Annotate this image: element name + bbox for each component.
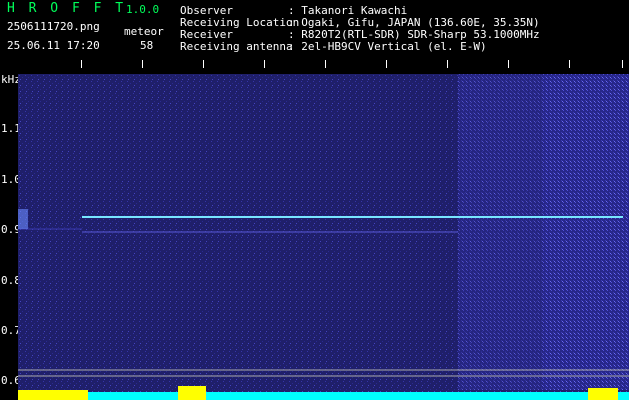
meteor-label: meteor: [124, 25, 164, 38]
minute-tick: [203, 60, 204, 68]
app-logo: H R O F F T: [7, 1, 127, 16]
minute-tick: [325, 60, 326, 68]
spectrogram: [18, 74, 629, 400]
header-panel: H R O F F T 1.0.0 2506111720.png meteor …: [0, 0, 629, 58]
minute-tick: [447, 60, 448, 68]
minute-tick: [569, 60, 570, 68]
minute-tick: [386, 60, 387, 68]
minute-tick: [142, 60, 143, 68]
signal-peak-right: [588, 388, 618, 400]
minute-tick: [264, 60, 265, 68]
antenna-value: : 2el-HB9CV Vertical (el. E-W): [288, 40, 487, 53]
noise-band-1729: [543, 74, 629, 390]
app-version: 1.0.0: [126, 3, 160, 16]
left-burst: [18, 209, 28, 229]
signal-peak-left: [18, 390, 88, 400]
minute-tick: [81, 60, 82, 68]
minute-tick: [508, 60, 509, 68]
minute-tick: [622, 60, 623, 68]
meteor-count: 58: [140, 39, 154, 52]
signal-level-bar: [18, 392, 629, 400]
antenna-label: Receiving antenna: [180, 40, 293, 53]
noise-band-1728: [458, 74, 543, 390]
file-name: 2506111720.png: [7, 20, 100, 33]
file-datetime: 25.06.11 17:20: [7, 39, 100, 52]
signal-peak-mid: [178, 386, 206, 400]
